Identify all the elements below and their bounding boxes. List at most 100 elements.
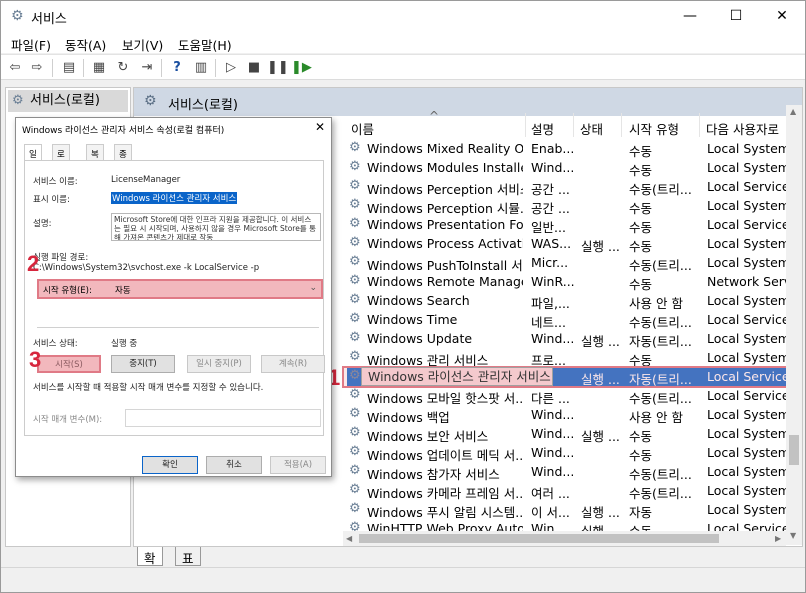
menu-bar: 파일(F) 동작(A) 보기(V) 도움말(H) xyxy=(1,31,805,53)
ok-button[interactable]: 확인 xyxy=(142,456,198,474)
service-row[interactable]: ⚙Windows Mixed Reality Op...Enab...수동Loc… xyxy=(347,139,787,159)
service-gear-icon: ⚙ xyxy=(349,292,361,307)
service-row[interactable]: ⚙ Windows 카메라 프레임 서... 여러 ... 수동(트리... Local… xyxy=(347,481,787,501)
apply-button[interactable]: 적용(A) xyxy=(270,456,326,474)
service-row[interactable]: ⚙ Windows Modules Installer Wind... 수동 Local… xyxy=(347,158,787,178)
service-row[interactable]: ⚙ Windows 백업 Wind... 사용 안 함 Local System xyxy=(347,405,787,425)
service-description: Micr... xyxy=(531,255,569,270)
back-arrow-icon[interactable]: ⇦ xyxy=(5,58,25,78)
view-pane-icon[interactable]: ▥ xyxy=(191,58,211,78)
minimize-button[interactable]: — xyxy=(667,1,713,31)
service-gear-icon: ⚙ xyxy=(349,482,361,497)
cancel-button[interactable]: 취소 xyxy=(206,456,262,474)
resume-button[interactable]: 계속(R) xyxy=(261,355,325,373)
pause-service-icon[interactable]: ❚❚ xyxy=(267,58,289,78)
toolbar-separator xyxy=(52,59,53,77)
service-row[interactable]: ⚙ Windows Perception 시뮬... 공간 ... 수동 Local S… xyxy=(347,196,787,216)
forward-arrow-icon[interactable]: ⇨ xyxy=(27,58,47,78)
service-row[interactable]: ⚙ Windows Perception 서비스 공간 ... 수동(트리... Loc… xyxy=(347,177,787,197)
close-button[interactable]: ✕ xyxy=(759,1,805,31)
service-row[interactable]: ⚙ Windows 모바일 핫스팟 서... 다른 ... 수동(트리... Local… xyxy=(347,386,787,406)
start-button[interactable]: 시작(S) xyxy=(37,355,101,373)
menu-action[interactable]: 동작(A) xyxy=(65,35,106,54)
column-header-status[interactable]: 상태 xyxy=(580,119,603,138)
toolbar: ⇦ ⇨ ▤ ▦ ↻ ⇥ ? ▥ ▷ ■ ❚❚ ❚▶ xyxy=(1,54,805,80)
service-row[interactable]: ⚙ Windows 보안 서비스 Wind... 실행 ... 수동 Local Syst… xyxy=(347,424,787,444)
help-icon[interactable]: ? xyxy=(167,58,187,78)
scroll-left-icon[interactable]: ◀ xyxy=(346,534,352,543)
column-divider[interactable] xyxy=(573,113,574,137)
stop-service-icon[interactable]: ■ xyxy=(244,58,264,78)
service-logon-as: Local System xyxy=(707,483,787,498)
service-row[interactable]: ⚙ Windows Update Wind... 실행 ... 자동(트리... Loca… xyxy=(347,329,787,349)
service-row[interactable]: ⚙ Windows 푸시 알림 시스템... 이 서... 실행 ... 자동 Local… xyxy=(347,500,787,520)
service-gear-icon: ⚙ xyxy=(349,349,361,364)
column-header-description[interactable]: 설명 xyxy=(531,119,554,138)
tab-dependencies[interactable]: 종속성 xyxy=(114,144,132,184)
start-service-icon[interactable]: ▷ xyxy=(221,58,241,78)
service-description: Enab... xyxy=(531,141,575,156)
scroll-thumb[interactable] xyxy=(789,435,799,465)
maximize-button[interactable]: ☐ xyxy=(713,1,759,31)
column-header-name[interactable]: 이름 xyxy=(351,119,374,138)
tree-node-services-local[interactable]: ⚙ 서비스(로컬) xyxy=(8,90,128,112)
display-name-field[interactable]: Windows 라이선스 관리자 서비스 xyxy=(111,192,238,204)
service-status-value: 실행 중 xyxy=(111,339,138,349)
service-name: Windows Update xyxy=(367,331,473,346)
scroll-up-icon[interactable]: ▲ xyxy=(790,107,796,116)
start-parameters-input[interactable] xyxy=(125,409,321,427)
menu-file[interactable]: 파일(F) xyxy=(11,35,51,54)
service-row[interactable]: ⚙Windows Process Activatio...WAS...실행 ..… xyxy=(347,234,787,254)
service-row[interactable]: ⚙Windows Presentation Fou...일반...수동Local… xyxy=(347,215,787,235)
column-divider[interactable] xyxy=(621,113,622,137)
properties-icon[interactable]: ▦ xyxy=(89,58,109,78)
tab-standard[interactable]: 표준 xyxy=(175,547,201,585)
service-gear-icon: ⚙ xyxy=(349,273,361,288)
export-list-icon[interactable]: ⇥ xyxy=(137,58,157,78)
service-row[interactable]: ⚙ Windows Search 파일,... 사용 안 함 Local System xyxy=(347,291,787,311)
service-row[interactable]: ⚙ Windows PushToInstall 서... Micr... 수동(트리.… xyxy=(347,253,787,273)
column-divider[interactable] xyxy=(525,113,526,137)
start-parameters-note: 서비스를 시작할 때 적용할 시작 매개 변수를 지정할 수 있습니다. xyxy=(33,383,264,393)
startup-type-select[interactable]: 시작 유형(E): 자동 ⌄ xyxy=(37,279,323,299)
description-box[interactable]: Microsoft Store에 대한 인프라 지원을 제공합니다. 이 서비스… xyxy=(111,213,321,241)
description-label: 설명: xyxy=(33,219,52,229)
tab-logon[interactable]: 로그온 xyxy=(52,144,70,184)
refresh-icon[interactable]: ↻ xyxy=(113,58,133,78)
column-header-logon-as[interactable]: 다음 사용자로 xyxy=(706,119,779,138)
service-row[interactable]: ⚙Windows Remote Manage...WinR...수동Networ… xyxy=(347,272,787,292)
menu-help[interactable]: 도움말(H) xyxy=(178,35,232,54)
column-header-startup-type[interactable]: 시작 유형 xyxy=(629,119,679,138)
service-row[interactable]: ⚙ Windows 관리 서비스 프로... 수동 Local System xyxy=(347,348,787,368)
vertical-scrollbar[interactable]: ▲ ▼ xyxy=(786,105,802,545)
scroll-right-icon[interactable]: ▶ xyxy=(775,534,781,543)
tab-extended[interactable]: 확장 xyxy=(137,547,163,585)
service-name-value: LicenseManager xyxy=(111,175,181,185)
service-logon-as: Local System xyxy=(707,198,787,213)
scroll-down-icon[interactable]: ▼ xyxy=(790,531,796,540)
service-row[interactable]: ⚙ Windows 업데이트 메딕 서... Wind... 수동 Local Syst… xyxy=(347,443,787,463)
services-gear-icon: ⚙ xyxy=(11,8,24,24)
service-logon-as: Local Service xyxy=(707,388,787,403)
tab-recovery[interactable]: 복구 xyxy=(86,144,104,172)
service-row[interactable]: ⚙ Windows Time 네트... 수동(트리... Local Service xyxy=(347,310,787,330)
startup-type-label: 시작 유형(E): xyxy=(43,286,92,296)
show-hide-tree-icon[interactable]: ▤ xyxy=(59,58,79,78)
service-gear-icon: ⚙ xyxy=(349,425,361,440)
column-divider[interactable] xyxy=(699,113,700,137)
dialog-close-button[interactable]: ✕ xyxy=(315,120,325,134)
menu-view[interactable]: 보기(V) xyxy=(122,35,163,54)
service-gear-icon: ⚙ xyxy=(349,463,361,478)
service-gear-icon: ⚙ xyxy=(349,178,361,193)
toolbar-separator xyxy=(83,59,84,77)
stop-button[interactable]: 중지(T) xyxy=(111,355,175,373)
general-tab-panel: 서비스 이름: LicenseManager 표시 이름: Windows 라이… xyxy=(24,160,325,436)
service-logon-as: Local System xyxy=(707,502,787,517)
scroll-thumb[interactable] xyxy=(359,534,719,543)
service-logon-as: Network Servi xyxy=(707,274,787,289)
restart-service-icon[interactable]: ❚▶ xyxy=(291,58,312,78)
horizontal-scrollbar[interactable]: ◀ ▶ xyxy=(343,531,786,546)
service-name: Windows Remote Manage... xyxy=(367,274,523,289)
service-row[interactable]: ⚙ Windows 참가자 서비스 Wind... 수동(트리... Local Sys… xyxy=(347,462,787,482)
pause-button[interactable]: 일시 중지(P) xyxy=(187,355,251,373)
